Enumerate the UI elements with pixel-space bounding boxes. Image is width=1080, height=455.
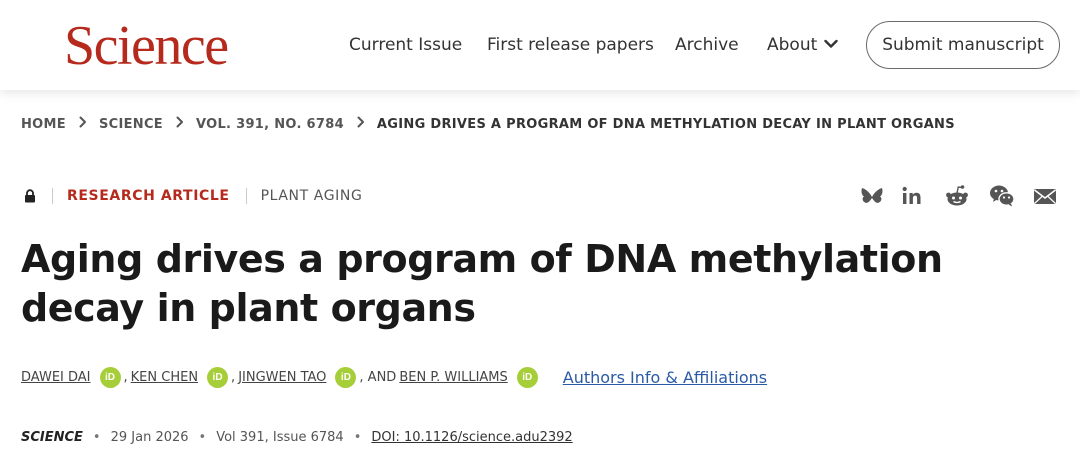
submit-manuscript-button[interactable]: Submit manuscript — [866, 21, 1060, 69]
science-logo[interactable]: Science — [64, 16, 229, 76]
chevron-right-icon — [176, 116, 184, 132]
author-separator: , — [123, 369, 128, 385]
author-name[interactable]: KEN CHEN — [131, 370, 198, 385]
volume-issue[interactable]: Vol 391, Issue 6784 — [216, 430, 344, 445]
divider — [52, 188, 53, 204]
nav-archive[interactable]: Archive — [675, 0, 739, 90]
reddit-icon[interactable] — [943, 182, 971, 210]
breadcrumb: HOME SCIENCE VOL. 391, NO. 6784 AGING DR… — [21, 114, 955, 134]
submit-manuscript-label: Submit manuscript — [882, 35, 1044, 55]
breadcrumb-home[interactable]: HOME — [21, 117, 66, 132]
article-meta: RESEARCH ARTICLE PLANT AGING — [24, 186, 362, 206]
doi-link[interactable]: DOI: 10.1126/science.adu2392 — [371, 430, 572, 445]
author-separator: , — [231, 369, 236, 385]
lock-icon — [24, 189, 36, 203]
author-name[interactable]: DAWEI DAI — [21, 370, 91, 385]
chevron-right-icon — [357, 116, 365, 132]
divider — [245, 188, 247, 204]
bluesky-icon[interactable] — [858, 182, 886, 210]
wechat-icon[interactable] — [988, 182, 1016, 210]
orcid-icon[interactable]: iD — [207, 366, 229, 388]
author-list: DAWEI DAI iD , KEN CHEN iD , JINGWEN TAO… — [21, 366, 767, 388]
nav-current-issue[interactable]: Current Issue — [349, 0, 462, 90]
linkedin-icon[interactable] — [897, 182, 925, 210]
separator-dot: • — [92, 429, 101, 445]
article-title: Aging drives a program of DNA methylatio… — [21, 237, 943, 330]
orcid-icon[interactable]: iD — [335, 366, 357, 388]
breadcrumb-science[interactable]: SCIENCE — [99, 117, 163, 132]
site-header: Science Current Issue First release pape… — [0, 0, 1080, 90]
chevron-right-icon — [79, 116, 87, 132]
nav-current-issue-label[interactable]: Current Issue — [349, 35, 462, 55]
breadcrumb-current: AGING DRIVES A PROGRAM OF DNA METHYLATIO… — [376, 116, 955, 132]
nav-about-label[interactable]: About — [767, 35, 817, 55]
nav-first-release-label[interactable]: First release papers — [487, 35, 654, 55]
orcid-icon[interactable]: iD — [516, 366, 538, 388]
journal-name: SCIENCE — [21, 429, 83, 445]
author-name[interactable]: JINGWEN TAO — [238, 370, 326, 385]
publication-date: 29 Jan 2026 — [110, 429, 189, 445]
author-name[interactable]: BEN P. WILLIAMS — [399, 370, 507, 385]
nav-archive-label[interactable]: Archive — [675, 35, 739, 55]
breadcrumb-volume[interactable]: VOL. 391, NO. 6784 — [196, 117, 344, 132]
chevron-down-icon[interactable] — [824, 36, 838, 54]
separator-dot: • — [198, 429, 207, 445]
article-type-label[interactable]: RESEARCH ARTICLE — [67, 188, 230, 204]
authors-affiliations-link[interactable]: Authors Info & Affiliations — [563, 368, 767, 387]
nav-first-release[interactable]: First release papers — [487, 0, 654, 90]
separator-dot: • — [353, 429, 362, 445]
article-subject-label[interactable]: PLANT AGING — [261, 188, 363, 204]
orcid-icon[interactable]: iD — [99, 366, 121, 388]
email-icon[interactable] — [1031, 182, 1059, 210]
author-separator: , AND — [359, 369, 397, 385]
nav-about[interactable]: About — [767, 0, 838, 90]
citation-line: SCIENCE • 29 Jan 2026 • Vol 391, Issue 6… — [21, 427, 573, 447]
